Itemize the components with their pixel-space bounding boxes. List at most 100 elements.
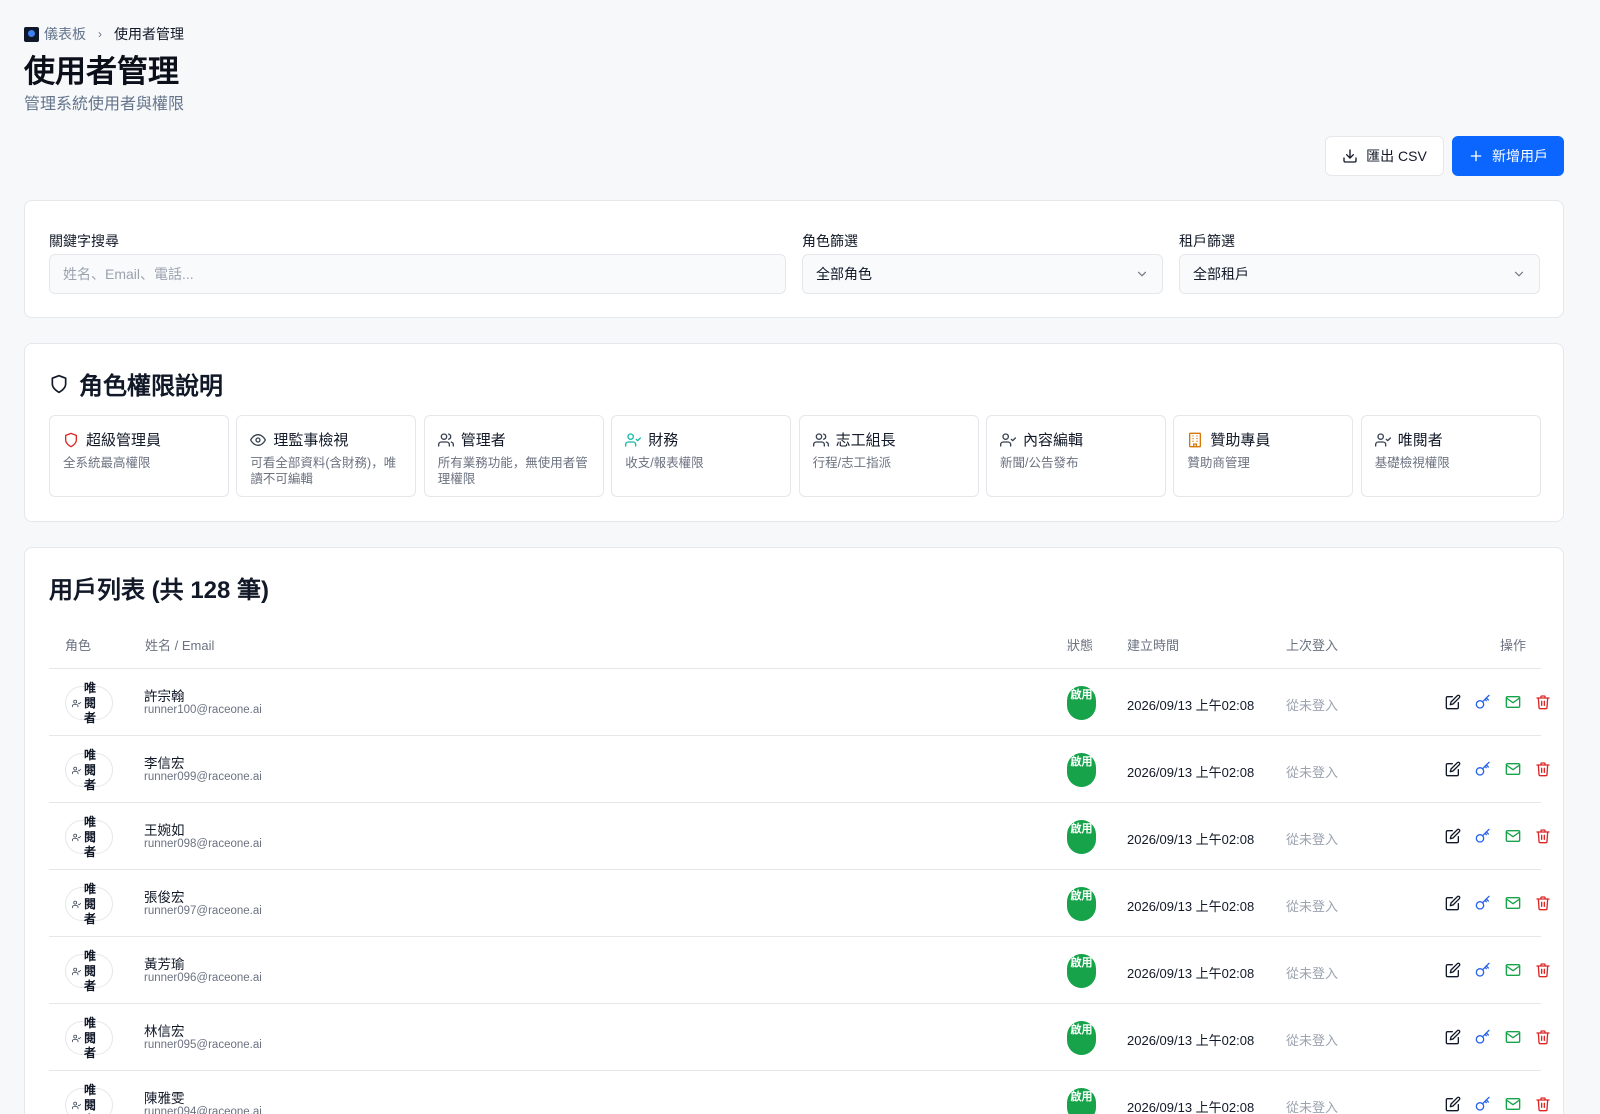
user-name: 王婉如 — [144, 823, 185, 838]
send-email-button[interactable] — [1505, 895, 1521, 911]
role-description: 收支/報表權限 — [625, 456, 704, 470]
edit-user-button[interactable] — [1445, 828, 1461, 844]
table-row: 唯閱者 李信宏 runner099@raceone.ai 啟用 2026/09/13 上… — [49, 736, 1550, 803]
role-badge-label: 唯閱者 — [84, 680, 97, 725]
reset-password-button[interactable] — [1475, 694, 1491, 710]
edit-user-button[interactable] — [1445, 962, 1461, 978]
table-row: 唯閱者 黃芳瑜 runner096@raceone.ai 啟用 2026/09/13 上… — [49, 937, 1550, 1004]
last-login: 從未登入 — [1286, 832, 1339, 847]
created-time: 2026/09/13 上午02:08 — [1127, 832, 1255, 847]
role-card-header: 超級管理員 — [63, 429, 215, 450]
user-check-icon — [625, 432, 642, 447]
role-description: 所有業務功能，無使用者管理權限 — [437, 456, 588, 486]
edit-user-button[interactable] — [1445, 1096, 1461, 1112]
last-login: 從未登入 — [1286, 698, 1339, 713]
user-check-icon — [72, 833, 81, 841]
edit-icon — [1445, 694, 1461, 710]
column-header-last-login: 上次登入 — [1286, 638, 1339, 653]
send-email-button[interactable] — [1505, 962, 1521, 978]
key-icon — [1475, 694, 1490, 709]
tenant-filter-select[interactable]: 全部租戶 — [1179, 254, 1540, 294]
roles-title: 角色權限說明 — [49, 366, 223, 401]
last-login: 從未登入 — [1286, 1033, 1339, 1048]
role-badge-label: 唯閱者 — [84, 1082, 97, 1114]
status-badge: 啟用 — [1067, 887, 1096, 921]
trash-icon — [1536, 963, 1550, 978]
role-card-header: 贊助專員 — [1187, 429, 1339, 450]
role-filter-select[interactable]: 全部角色 — [802, 254, 1163, 294]
role-name: 管理者 — [460, 432, 506, 449]
delete-user-button[interactable] — [1535, 895, 1551, 911]
role-description: 全系統最高權限 — [63, 456, 151, 470]
column-header-status: 狀態 — [1067, 638, 1094, 653]
role-badge: 唯閱者 — [65, 815, 113, 859]
delete-user-button[interactable] — [1535, 761, 1551, 777]
users-list-title: 用戶列表 (共 128 筆) — [49, 577, 270, 604]
role-badge: 唯閱者 — [65, 681, 113, 725]
delete-user-button[interactable] — [1535, 962, 1551, 978]
status-badge: 啟用 — [1067, 820, 1096, 854]
user-check-icon — [72, 967, 81, 975]
tenant-filter-label: 租戶篩選 — [1179, 233, 1235, 249]
edit-icon — [1445, 1096, 1461, 1112]
reset-password-button[interactable] — [1475, 828, 1491, 844]
edit-user-button[interactable] — [1445, 761, 1461, 777]
breadcrumb: 儀表板 › 使用者管理 — [24, 24, 184, 44]
export-csv-label: 匯出 CSV — [1366, 148, 1427, 164]
edit-icon — [1445, 828, 1461, 844]
delete-user-button[interactable] — [1535, 694, 1551, 710]
table-row: 唯閱者 許宗翰 runner100@raceone.ai 啟用 2026/09/13 上… — [49, 669, 1550, 736]
user-check-icon — [1374, 432, 1391, 447]
send-email-button[interactable] — [1505, 828, 1521, 844]
breadcrumb-home-link[interactable]: 儀表板 — [44, 24, 86, 44]
keyword-search-label: 關鍵字搜尋 — [49, 233, 119, 249]
edit-user-button[interactable] — [1445, 895, 1461, 911]
last-login: 從未登入 — [1286, 899, 1339, 914]
reset-password-button[interactable] — [1475, 895, 1491, 911]
created-time: 2026/09/13 上午02:08 — [1127, 1033, 1255, 1048]
reset-password-button[interactable] — [1475, 1029, 1491, 1045]
user-name: 李信宏 — [144, 756, 185, 771]
page-title: 使用者管理 — [24, 54, 179, 89]
table-row: 唯閱者 張俊宏 runner097@raceone.ai 啟用 2026/09/13 上… — [49, 870, 1550, 937]
role-badge-label: 唯閱者 — [84, 881, 97, 926]
eye-icon — [250, 433, 267, 446]
reset-password-button[interactable] — [1475, 962, 1491, 978]
role-badge: 唯閱者 — [65, 1083, 113, 1114]
created-time: 2026/09/13 上午02:08 — [1127, 966, 1255, 981]
edit-icon — [1445, 962, 1461, 978]
keyword-search-input[interactable]: 姓名、Email、電話... — [49, 254, 786, 294]
mail-icon — [1505, 763, 1521, 775]
role-badge: 唯閱者 — [65, 882, 113, 926]
last-login: 從未登入 — [1286, 966, 1339, 981]
table-row: 唯閱者 林信宏 runner095@raceone.ai 啟用 2026/09/13 上… — [49, 1004, 1550, 1071]
edit-user-button[interactable] — [1445, 694, 1461, 710]
export-csv-button[interactable]: 匯出 CSV — [1325, 136, 1444, 176]
send-email-button[interactable] — [1505, 761, 1521, 777]
delete-user-button[interactable] — [1535, 1029, 1551, 1045]
send-email-button[interactable] — [1505, 1096, 1521, 1112]
delete-user-button[interactable] — [1535, 1096, 1551, 1112]
send-email-button[interactable] — [1505, 694, 1521, 710]
table-row: 唯閱者 陳雅雯runner094@raceone.ai 啟用 2026/09/13 上… — [49, 1071, 1550, 1114]
send-email-button[interactable] — [1505, 1029, 1521, 1045]
user-name: 張俊宏 — [144, 890, 185, 905]
status-badge: 啟用 — [1067, 954, 1096, 988]
trash-icon — [1536, 762, 1550, 777]
role-badge: 唯閱者 — [65, 748, 113, 792]
mail-icon — [1505, 897, 1521, 909]
key-icon — [1475, 761, 1490, 776]
role-card-header: 唯閱者 — [1374, 429, 1527, 450]
key-icon — [1475, 962, 1490, 977]
add-user-button[interactable]: 新增用戶 — [1452, 136, 1564, 176]
reset-password-button[interactable] — [1475, 761, 1491, 777]
column-header-actions: 操作 — [1500, 638, 1527, 653]
role-card-header: 理監事檢視 — [250, 429, 402, 450]
shield-icon — [51, 374, 67, 393]
delete-user-button[interactable] — [1535, 828, 1551, 844]
mail-icon — [1505, 1098, 1521, 1110]
mail-icon — [1505, 1031, 1521, 1043]
reset-password-button[interactable] — [1475, 1096, 1491, 1112]
role-description: 可看全部資料(含財務)，唯讀不可編輯 — [250, 456, 397, 486]
edit-user-button[interactable] — [1445, 1029, 1461, 1045]
